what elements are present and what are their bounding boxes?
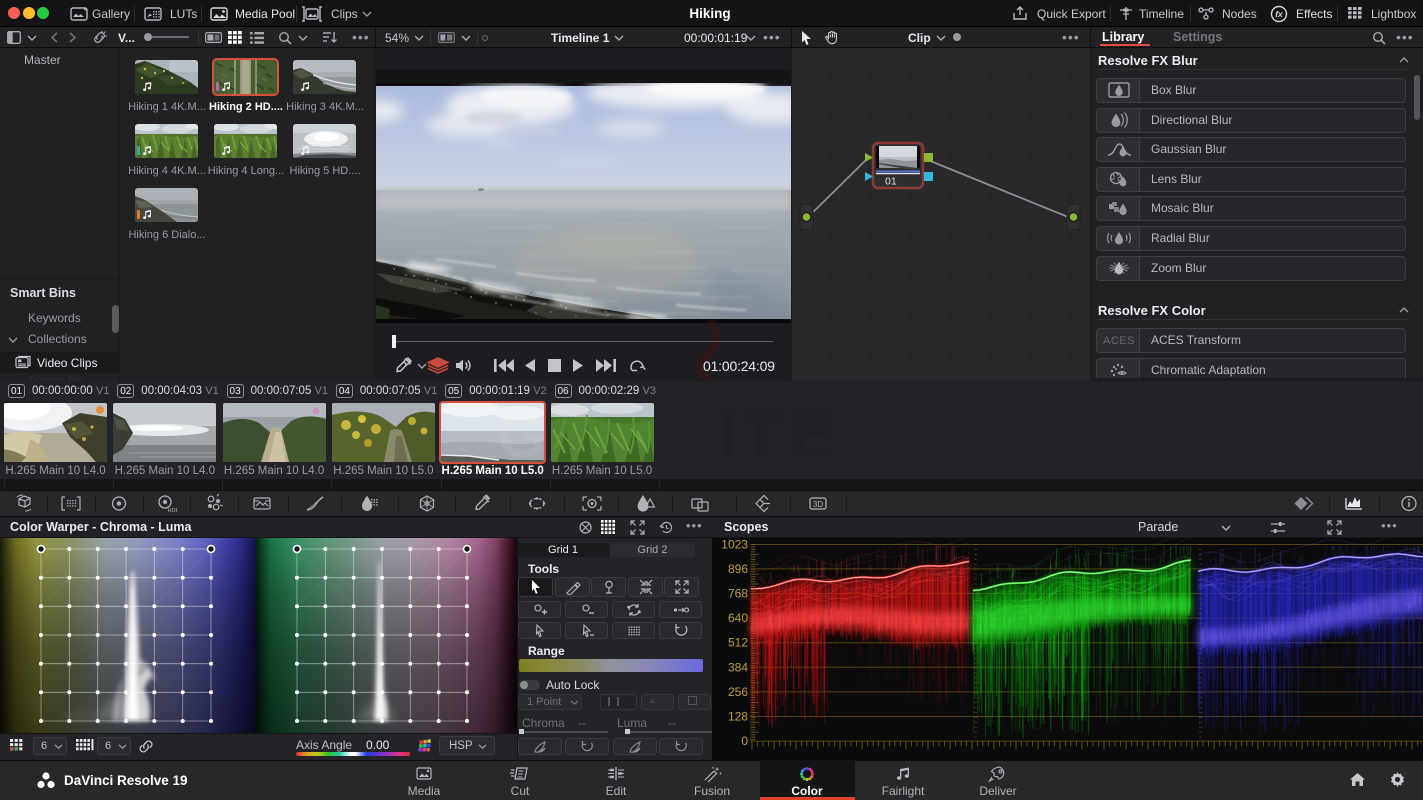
svg-text:640: 640 — [728, 611, 748, 625]
svg-text:896: 896 — [728, 562, 748, 576]
svg-text:3D: 3D — [813, 500, 823, 509]
svg-text:fx: fx — [1275, 9, 1284, 19]
svg-text:384: 384 — [728, 660, 748, 674]
svg-text:0: 0 — [741, 734, 748, 748]
svg-text:1023: 1023 — [721, 538, 748, 552]
svg-text:256: 256 — [728, 685, 748, 699]
svg-text:HDR: HDR — [168, 508, 178, 514]
svg-text:512: 512 — [728, 636, 748, 650]
svg-text:ACES: ACES — [1103, 335, 1135, 347]
svg-text:01: 01 — [885, 176, 897, 188]
svg-text:128: 128 — [728, 710, 748, 724]
svg-text:768: 768 — [728, 587, 748, 601]
